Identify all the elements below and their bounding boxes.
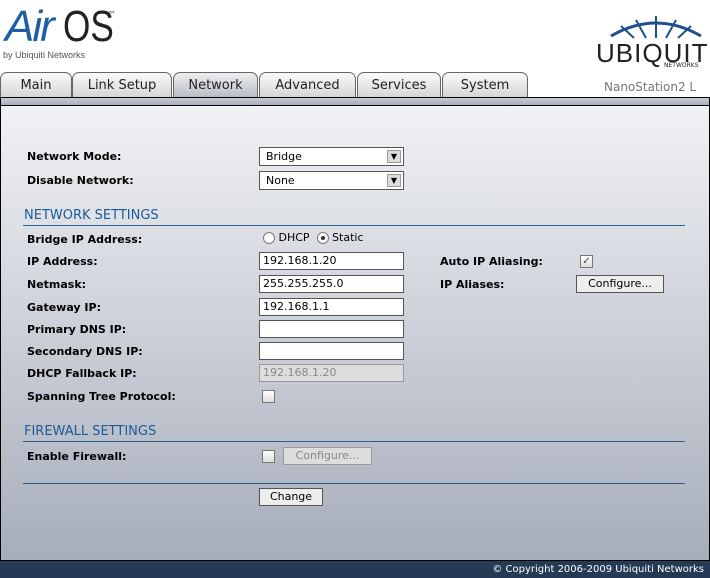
- bridge-ip-radio-group: DHCP Static: [263, 231, 364, 244]
- stp-checkbox[interactable]: [262, 390, 275, 403]
- disable-network-label: Disable Network:: [27, 174, 134, 187]
- ubiquiti-logo-sub: NETWORKS: [664, 62, 699, 69]
- netmask-input[interactable]: 255.255.255.0: [259, 275, 404, 293]
- airos-logo: Air: [5, 2, 55, 51]
- gateway-label: Gateway IP:: [27, 301, 101, 314]
- network-settings-heading: NETWORK SETTINGS: [24, 208, 159, 223]
- dhcp-fallback-label: DHCP Fallback IP:: [27, 367, 137, 380]
- static-label: Static: [332, 231, 364, 244]
- auto-ip-aliasing-checkbox[interactable]: ✓: [580, 255, 593, 268]
- tab-services[interactable]: Services: [357, 72, 441, 98]
- gateway-input[interactable]: 192.168.1.1: [259, 298, 404, 316]
- change-button[interactable]: Change: [259, 488, 323, 506]
- network-mode-value: Bridge: [266, 150, 302, 163]
- secondary-dns-label: Secondary DNS IP:: [27, 345, 143, 358]
- device-model: NanoStation2 L: [604, 80, 697, 94]
- ip-aliases-label: IP Aliases:: [440, 278, 505, 291]
- panel-top-strip: [0, 97, 710, 106]
- network-mode-label: Network Mode:: [27, 150, 122, 163]
- primary-dns-label: Primary DNS IP:: [27, 323, 127, 336]
- auto-ip-aliasing-label: Auto IP Aliasing:: [440, 255, 543, 268]
- tab-network[interactable]: Network: [173, 72, 258, 98]
- ip-address-input[interactable]: 192.168.1.20: [259, 252, 404, 270]
- primary-dns-input[interactable]: [259, 320, 404, 338]
- ip-aliases-configure-button[interactable]: Configure...: [576, 275, 664, 293]
- enable-firewall-checkbox[interactable]: [262, 450, 275, 463]
- static-radio[interactable]: [316, 232, 329, 244]
- firewall-settings-heading: FIREWALL SETTINGS: [24, 424, 157, 439]
- enable-firewall-label: Enable Firewall:: [27, 450, 127, 463]
- disable-network-value: None: [266, 174, 295, 187]
- airos-logo-os: OS: [63, 2, 114, 51]
- secondary-dns-input[interactable]: [259, 342, 404, 360]
- tab-system[interactable]: System: [442, 72, 528, 98]
- tab-advanced[interactable]: Advanced: [259, 72, 356, 98]
- dhcp-radio[interactable]: [263, 232, 275, 244]
- divider: [23, 441, 685, 442]
- tab-link-setup[interactable]: Link Setup: [72, 72, 172, 98]
- trademark: ™: [108, 10, 116, 19]
- ip-address-label: IP Address:: [27, 255, 98, 268]
- divider: [23, 483, 685, 484]
- dhcp-fallback-input[interactable]: 192.168.1.20: [259, 364, 404, 382]
- tab-main[interactable]: Main: [0, 72, 72, 98]
- bridge-ip-label: Bridge IP Address:: [27, 233, 143, 246]
- chevron-down-icon: ▼: [387, 174, 401, 187]
- dhcp-label: DHCP: [278, 231, 310, 244]
- disable-network-select[interactable]: None ▼: [259, 171, 404, 190]
- network-mode-select[interactable]: Bridge ▼: [259, 147, 404, 166]
- stp-label: Spanning Tree Protocol:: [27, 390, 176, 403]
- ubiquiti-antenna-icon: [610, 16, 702, 39]
- firewall-configure-button[interactable]: Configure...: [283, 447, 372, 465]
- chevron-down-icon: ▼: [387, 150, 401, 163]
- footer-copyright: © Copyright 2006-2009 Ubiquiti Networks: [0, 561, 710, 578]
- netmask-label: Netmask:: [27, 278, 87, 291]
- logo-byline: by Ubiquiti Networks: [3, 50, 86, 60]
- divider: [23, 225, 685, 226]
